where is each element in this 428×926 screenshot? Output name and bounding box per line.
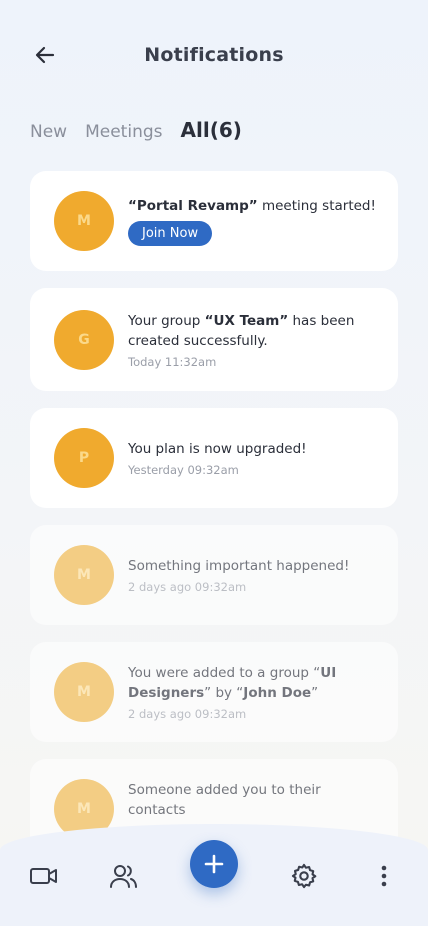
notification-text: Someone added you to their contacts [128, 782, 321, 818]
avatar: G [54, 309, 114, 370]
notification-text: You were added to a group “UI Designers”… [128, 665, 337, 701]
nav-more-button[interactable] [368, 860, 400, 892]
avatar: M [54, 545, 114, 605]
tab-new[interactable]: New [30, 122, 67, 142]
avatar: M [54, 191, 114, 251]
notification-text: “Portal Revamp” meeting started! [128, 198, 376, 214]
notification-item[interactable]: M “Portal Revamp” meeting started! Join … [30, 171, 398, 271]
add-button[interactable] [190, 840, 238, 888]
notification-time: Yesterday 09:32am [128, 463, 239, 477]
users-icon [110, 865, 137, 888]
notification-text: You plan is now upgraded! [128, 441, 307, 457]
tab-bar: New Meetings All(6) [30, 118, 260, 142]
avatar: P [54, 428, 114, 488]
nav-settings-button[interactable] [288, 860, 320, 892]
notification-item[interactable]: P You plan is now upgraded! Yesterday 09… [30, 408, 398, 508]
tab-meetings[interactable]: Meetings [85, 122, 162, 142]
header: Notifications [0, 0, 428, 112]
join-now-button[interactable]: Join Now [128, 221, 213, 246]
notification-item[interactable]: M Something important happened! 2 days a… [30, 525, 398, 625]
notification-time: Today 11:32am [128, 354, 217, 369]
notification-list: M “Portal Revamp” meeting started! Join … [30, 171, 398, 876]
notification-item[interactable]: G Your group “UX Team” has been created … [30, 288, 398, 391]
notification-item[interactable]: M You were added to a group “UI Designer… [30, 642, 398, 742]
nav-video-button[interactable] [28, 860, 60, 892]
video-camera-icon [30, 868, 57, 884]
gear-icon [291, 863, 317, 889]
notification-text: Something important happened! [128, 558, 350, 574]
avatar: M [54, 662, 114, 722]
more-vertical-icon [381, 865, 387, 887]
tab-all[interactable]: All(6) [181, 118, 242, 142]
notification-time: 2 days ago 09:32am [128, 707, 247, 721]
nav-contacts-button[interactable] [108, 860, 140, 892]
notification-time: 2 days ago 09:32am [128, 580, 247, 594]
page-title: Notifications [144, 44, 284, 66]
notification-text: Your group “UX Team” has been created su… [128, 312, 355, 349]
plus-icon [204, 854, 224, 874]
